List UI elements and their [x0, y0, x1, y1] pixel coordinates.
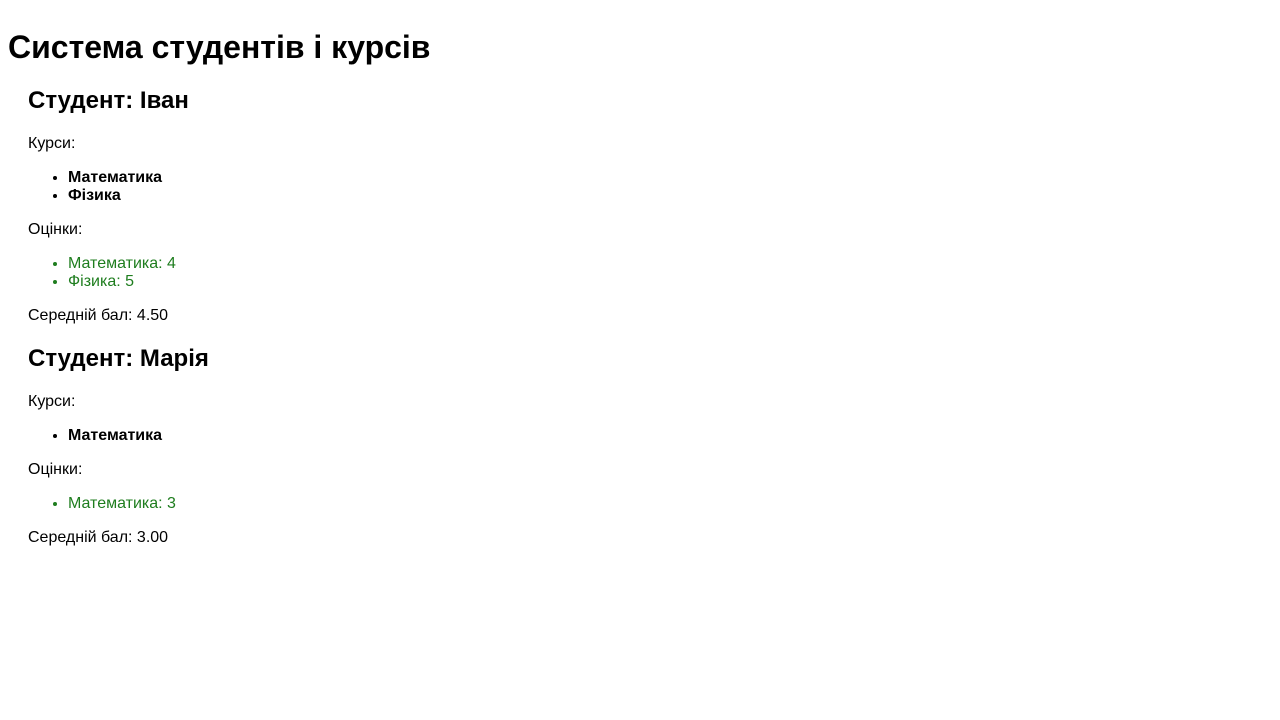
- student-heading: Студент: Марія: [28, 345, 209, 372]
- average-score: Середній бал: 3.00: [28, 529, 169, 546]
- grade-item: Математика: 3: [68, 495, 1272, 513]
- student-card: Студент: Марія Курси: Математика Оцінки:…: [28, 345, 1272, 547]
- grades-label: Оцінки:: [28, 221, 83, 238]
- student-list: Студент: Іван Курси: Математика Фізика О…: [8, 87, 1272, 547]
- grade-list: Математика: 4 Фізика: 5: [28, 255, 1272, 291]
- page: Система студентів і курсів Студент: Іван…: [0, 0, 1280, 547]
- grades-label: Оцінки:: [28, 461, 83, 478]
- course-item: Математика: [68, 427, 1272, 445]
- course-item: Фізика: [68, 187, 1272, 205]
- grade-list: Математика: 3: [28, 495, 1272, 513]
- average-score: Середній бал: 4.50: [28, 307, 169, 324]
- course-list: Математика Фізика: [28, 169, 1272, 205]
- course-item: Математика: [68, 169, 1272, 187]
- course-list: Математика: [28, 427, 1272, 445]
- grade-item: Математика: 4: [68, 255, 1272, 273]
- student-heading: Студент: Іван: [28, 87, 189, 114]
- courses-label: Курси:: [28, 393, 76, 410]
- grade-item: Фізика: 5: [68, 273, 1272, 291]
- page-title: Система студентів і курсів: [8, 29, 431, 65]
- courses-label: Курси:: [28, 135, 76, 152]
- student-card: Студент: Іван Курси: Математика Фізика О…: [28, 87, 1272, 325]
